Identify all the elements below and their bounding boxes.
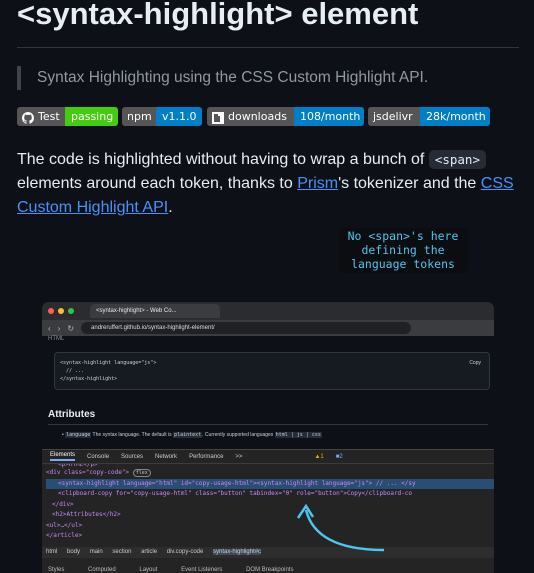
dom-tree: <p>HTML</p> <div class="copy-code"> flex… — [42, 464, 494, 542]
badge-label: downloads — [228, 110, 287, 123]
dom-line: </article> — [46, 532, 83, 539]
crumb: article — [141, 549, 158, 555]
crumb: html — [46, 549, 58, 555]
attr-code: html | js | css — [274, 432, 322, 438]
styles-tab: Styles — [48, 567, 65, 573]
inline-code: <span> — [428, 150, 486, 169]
browser-tab: <syntax-highlight> - Web Co... — [90, 304, 220, 318]
note-line: No <span>'s here — [347, 229, 459, 243]
intro-text: elements around each token, thanks to — [17, 175, 298, 192]
devtools-tab: Elements — [50, 452, 76, 461]
badge-label: npm — [122, 107, 156, 126]
minimize-dot — [58, 308, 64, 314]
dom-line: <h2>Attributes</h2> — [52, 511, 121, 518]
npm-icon — [212, 111, 224, 124]
devtools-tab: >> — [235, 453, 243, 460]
code-line: // ... — [60, 368, 85, 374]
title-divider — [17, 47, 519, 48]
note-line: language tokens — [351, 257, 455, 271]
devtools-panel: Elements Console Sources Network Perform… — [42, 449, 494, 573]
downloads-badge[interactable]: downloads 108/month — [207, 107, 364, 126]
maximize-dot — [68, 308, 74, 314]
close-dot — [48, 308, 54, 314]
attribute-item: • language The syntax language. The defa… — [62, 432, 322, 438]
styles-tab: Event Listeners — [181, 567, 223, 573]
code-line: <syntax-highlight language="js"> — [60, 360, 157, 366]
code-line: </syntax-highlight> — [60, 376, 118, 382]
dom-line: </div> — [52, 500, 74, 508]
note-line: defining the — [361, 243, 445, 257]
styles-tab: Layout — [139, 567, 158, 573]
jsdelivr-badge[interactable]: jsdelivr 28k/month — [368, 107, 490, 126]
badge-value: 28k/month — [420, 107, 490, 126]
attr-code: language — [65, 432, 92, 438]
crumb: main — [89, 549, 103, 555]
attr-code: plaintext — [173, 432, 203, 438]
test-badge[interactable]: Test passing — [17, 107, 118, 126]
usage-codebox: <syntax-highlight language="js"> // ... … — [54, 352, 490, 390]
devtools-tab: Sources — [121, 453, 144, 460]
dom-line: <div class="copy-code"> — [46, 469, 130, 476]
attributes-heading: Attributes — [48, 409, 96, 420]
reload-icon: ↻ — [67, 323, 75, 333]
dom-line: <clipboard-copy for="copy-usage-html" cl… — [58, 490, 413, 497]
prism-link[interactable]: Prism — [297, 175, 338, 192]
intro-paragraph: The code is highlighted without having t… — [17, 148, 522, 220]
styles-tab: DOM Breakpoints — [246, 567, 294, 573]
demo-screenshot: <syntax-highlight> - Web Co... ‹ › ↻ and… — [42, 302, 494, 573]
intro-text: 's tokenizer and the — [338, 175, 481, 192]
devtools-tab: Performance — [189, 453, 224, 460]
intro-text: The code is highlighted without having t… — [17, 151, 429, 168]
annotation-arrow — [296, 503, 385, 552]
forward-icon: › — [57, 323, 61, 333]
badge-row: Test passing npm v1.1.0 downloads 108/mo… — [0, 107, 534, 127]
browser-toolbar: ‹ › ↻ andreruffert.github.io/syntax-high… — [42, 320, 494, 336]
crumb: syntax-highlight#c — [213, 549, 262, 555]
crumb: body — [67, 549, 81, 555]
devtools-tabs: Elements Console Sources Network Perform… — [42, 450, 494, 464]
devtools-tab: Console — [87, 453, 110, 460]
warning-count: ▲1 — [314, 453, 324, 460]
badge-label: Test — [38, 110, 60, 123]
badge-value: passing — [65, 107, 118, 126]
dom-line-selected: <syntax-highlight language="html" id="co… — [46, 478, 494, 489]
attr-text: . Currently supported languages — [202, 432, 275, 438]
badge-value: v1.1.0 — [156, 107, 202, 126]
dom-line: <syntax-highlight language="html" id="co… — [58, 479, 416, 487]
dom-line: <ul>…</ul> — [46, 521, 83, 529]
intro-text: . — [168, 199, 173, 216]
page-title: <syntax-highlight> element — [17, 0, 419, 31]
html-label: HTML — [48, 336, 65, 342]
crumb: div.copy-code — [166, 549, 204, 555]
styles-tabs: Styles Computed Layout Event Listeners D… — [42, 562, 494, 573]
npm-version-badge[interactable]: npm v1.1.0 — [122, 107, 202, 126]
issue-count: ■2 — [335, 453, 343, 460]
github-icon — [22, 111, 34, 124]
attributes-divider — [48, 424, 488, 425]
devtools-tab: Network — [155, 453, 178, 460]
annotation-note: No <span>'s here defining the language t… — [338, 228, 468, 273]
attr-text: The syntax language. The default is — [91, 432, 174, 438]
description-quote: Syntax Highlighting using the CSS Custom… — [17, 66, 428, 90]
devtools-breadcrumb: html body main section article div.copy-… — [42, 547, 494, 558]
copy-button: Copy — [469, 360, 481, 366]
flex-badge: flex — [132, 469, 151, 477]
page-content: HTML <syntax-highlight language="js"> //… — [42, 336, 494, 449]
styles-tab: Computed — [88, 567, 116, 573]
back-icon: ‹ — [48, 323, 51, 333]
crumb: section — [112, 549, 132, 555]
browser-tabbar: <syntax-highlight> - Web Co... — [42, 302, 494, 320]
badge-value: 108/month — [294, 107, 364, 126]
badge-label: jsdelivr — [368, 107, 420, 126]
address-bar: andreruffert.github.io/syntax-highlight-… — [81, 322, 412, 334]
